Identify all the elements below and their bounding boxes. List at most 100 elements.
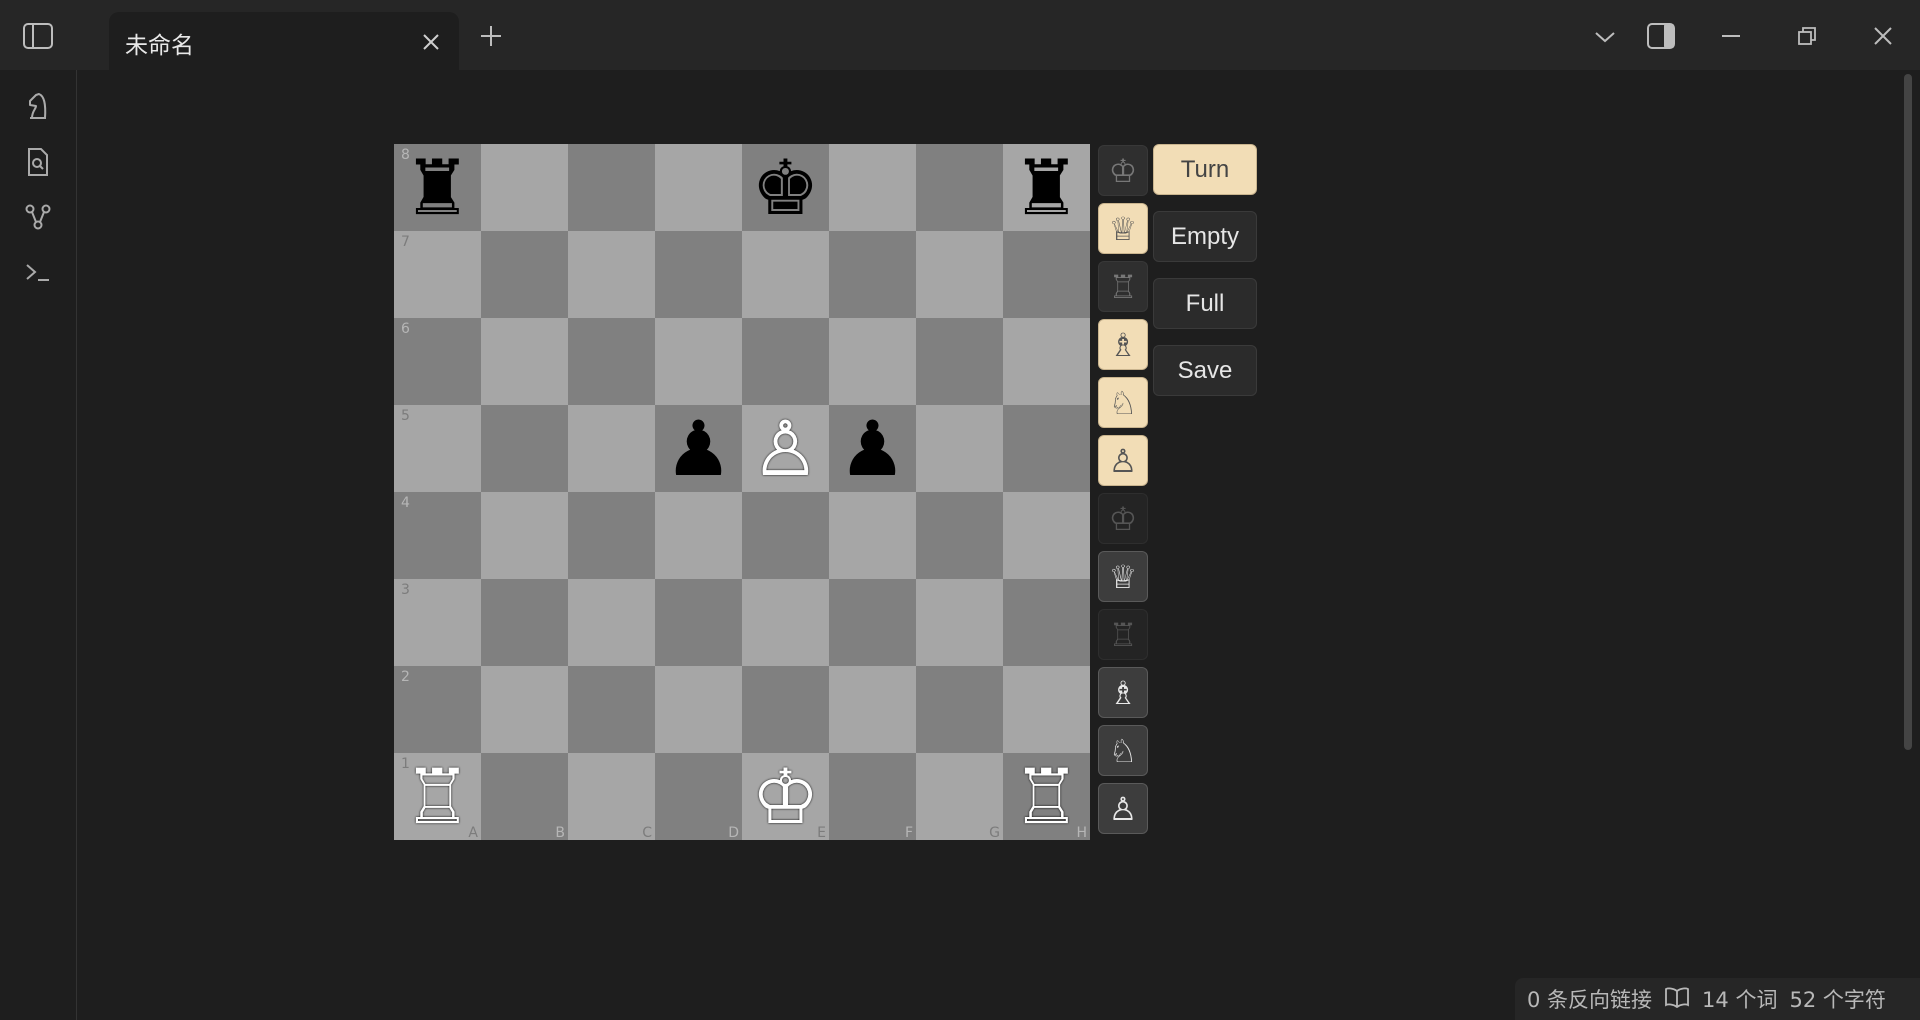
board-square-d4[interactable] [655, 492, 742, 579]
board-square-e3[interactable] [742, 579, 829, 666]
board-square-a2[interactable]: 2 [394, 666, 481, 753]
board-square-h4[interactable] [1003, 492, 1090, 579]
board-square-e5[interactable]: ♙ [742, 405, 829, 492]
chess-piece[interactable]: ♟ [664, 405, 732, 492]
board-square-b4[interactable] [481, 492, 568, 579]
palette-dark-bishop-button[interactable]: ♗ [1098, 667, 1148, 718]
right-panel-icon[interactable] [1644, 18, 1678, 54]
chess-piece[interactable]: ♙ [751, 405, 819, 492]
sidebar-toggle-icon[interactable] [18, 18, 58, 54]
board-square-h8[interactable]: ♜ [1003, 144, 1090, 231]
board-square-e6[interactable] [742, 318, 829, 405]
turn-button[interactable]: Turn [1153, 144, 1257, 195]
board-square-f3[interactable] [829, 579, 916, 666]
file-search-icon[interactable] [18, 142, 58, 182]
board-square-d3[interactable] [655, 579, 742, 666]
board-square-a3[interactable]: 3 [394, 579, 481, 666]
board-square-b5[interactable] [481, 405, 568, 492]
palette-light-bishop-button[interactable]: ♗ [1098, 319, 1148, 370]
board-square-d6[interactable] [655, 318, 742, 405]
board-square-b8[interactable] [481, 144, 568, 231]
board-square-c3[interactable] [568, 579, 655, 666]
chess-board[interactable]: 8 ♜ ♚ ♜ 7 6 5 ♟ ♙ ♟ 4 3 2 1 A ♖ B C D E ♔ F G H ♖ [394, 144, 1090, 841]
board-square-h7[interactable] [1003, 231, 1090, 318]
chess-piece[interactable]: ♔ [751, 753, 819, 840]
board-square-f4[interactable] [829, 492, 916, 579]
save-button[interactable]: Save [1153, 345, 1257, 396]
board-square-a8[interactable]: 8 ♜ [394, 144, 481, 231]
board-square-c4[interactable] [568, 492, 655, 579]
chevron-down-icon[interactable] [1588, 20, 1622, 54]
board-square-c6[interactable] [568, 318, 655, 405]
empty-button[interactable]: Empty [1153, 211, 1257, 262]
board-square-e1[interactable]: E ♔ [742, 753, 829, 841]
board-square-g1[interactable]: G [916, 753, 1003, 841]
board-square-a7[interactable]: 7 [394, 231, 481, 318]
chess-piece[interactable]: ♖ [1012, 753, 1080, 840]
tab-untitled[interactable]: 未命名 [109, 12, 459, 70]
board-square-c2[interactable] [568, 666, 655, 753]
board-square-b3[interactable] [481, 579, 568, 666]
chess-piece[interactable]: ♚ [751, 144, 819, 231]
palette-light-pawn-button[interactable]: ♙ [1098, 435, 1148, 486]
board-square-f5[interactable]: ♟ [829, 405, 916, 492]
board-square-d8[interactable] [655, 144, 742, 231]
board-square-c8[interactable] [568, 144, 655, 231]
minimize-icon[interactable] [1714, 18, 1748, 54]
palette-dark-knight-button[interactable]: ♘ [1098, 725, 1148, 776]
palette-dark-rook-button[interactable]: ♖ [1098, 609, 1148, 660]
board-square-f6[interactable] [829, 318, 916, 405]
board-square-e2[interactable] [742, 666, 829, 753]
board-square-h6[interactable] [1003, 318, 1090, 405]
board-square-f7[interactable] [829, 231, 916, 318]
board-square-e4[interactable] [742, 492, 829, 579]
board-square-g2[interactable] [916, 666, 1003, 753]
board-square-d5[interactable]: ♟ [655, 405, 742, 492]
graph-icon[interactable] [18, 197, 58, 237]
board-square-a1[interactable]: 1 A ♖ [394, 753, 481, 841]
palette-light-knight-button[interactable]: ♘ [1098, 377, 1148, 428]
chess-knight-icon[interactable] [18, 86, 58, 126]
board-square-h1[interactable]: H ♖ [1003, 753, 1090, 841]
board-square-f8[interactable] [829, 144, 916, 231]
reading-mode-icon[interactable] [1664, 986, 1690, 1013]
board-square-c5[interactable] [568, 405, 655, 492]
board-square-d2[interactable] [655, 666, 742, 753]
palette-light-rook-button[interactable]: ♖ [1098, 261, 1148, 312]
board-square-d7[interactable] [655, 231, 742, 318]
board-square-c7[interactable] [568, 231, 655, 318]
board-square-h2[interactable] [1003, 666, 1090, 753]
board-square-a6[interactable]: 6 [394, 318, 481, 405]
palette-dark-pawn-button[interactable]: ♙ [1098, 783, 1148, 834]
board-square-d1[interactable]: D [655, 753, 742, 841]
palette-dark-queen-button[interactable]: ♕ [1098, 551, 1148, 602]
board-square-g5[interactable] [916, 405, 1003, 492]
board-square-a4[interactable]: 4 [394, 492, 481, 579]
chess-piece[interactable]: ♜ [1012, 144, 1080, 231]
close-icon[interactable] [1866, 18, 1900, 54]
board-square-b6[interactable] [481, 318, 568, 405]
board-square-g3[interactable] [916, 579, 1003, 666]
board-square-f2[interactable] [829, 666, 916, 753]
restore-icon[interactable] [1790, 18, 1824, 54]
board-square-e8[interactable]: ♚ [742, 144, 829, 231]
board-square-b1[interactable]: B [481, 753, 568, 841]
backlinks-count[interactable]: 0 条反向链接 [1527, 984, 1652, 1014]
full-button[interactable]: Full [1153, 278, 1257, 329]
board-square-a5[interactable]: 5 [394, 405, 481, 492]
board-square-g8[interactable] [916, 144, 1003, 231]
board-square-b2[interactable] [481, 666, 568, 753]
board-square-b7[interactable] [481, 231, 568, 318]
board-square-g4[interactable] [916, 492, 1003, 579]
chess-piece[interactable]: ♖ [403, 753, 471, 840]
board-square-f1[interactable]: F [829, 753, 916, 841]
scrollbar[interactable] [1904, 74, 1912, 750]
terminal-icon[interactable] [18, 252, 58, 292]
board-square-g6[interactable] [916, 318, 1003, 405]
close-icon[interactable] [417, 28, 445, 56]
palette-light-king-button[interactable]: ♔ [1098, 145, 1148, 196]
chess-piece[interactable]: ♜ [403, 144, 471, 231]
board-square-e7[interactable] [742, 231, 829, 318]
chess-piece[interactable]: ♟ [838, 405, 906, 492]
palette-light-queen-button[interactable]: ♕ [1098, 203, 1148, 254]
